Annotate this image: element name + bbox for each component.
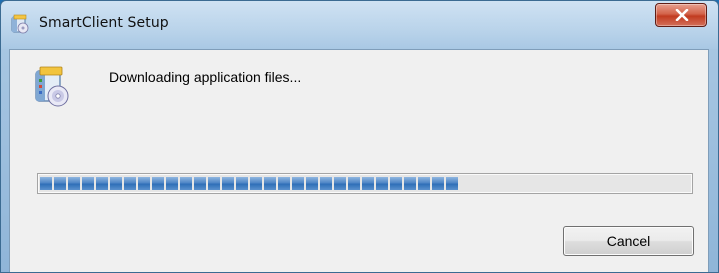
progress-segment [390, 177, 402, 190]
close-button[interactable] [655, 3, 707, 27]
progress-segment [166, 177, 178, 190]
progress-segment [446, 177, 458, 190]
progress-segment [250, 177, 262, 190]
progress-segment [82, 177, 94, 190]
progress-segment [432, 177, 444, 190]
progress-segment [292, 177, 304, 190]
progress-segment [180, 177, 192, 190]
status-message: Downloading application files... [109, 69, 302, 85]
dialog-content: Downloading application files... Cancel [9, 49, 709, 272]
progress-segment [110, 177, 122, 190]
progress-segment [222, 177, 234, 190]
progress-segment [138, 177, 150, 190]
setup-package-icon [32, 65, 72, 109]
progress-segment [124, 177, 136, 190]
progress-segment [264, 177, 276, 190]
cancel-button[interactable]: Cancel [563, 226, 694, 256]
progress-segment [96, 177, 108, 190]
progress-segment [194, 177, 206, 190]
progress-segment [152, 177, 164, 190]
window-frame-left [1, 49, 9, 272]
progress-segment [306, 177, 318, 190]
progress-segment [404, 177, 416, 190]
progress-fill [40, 177, 458, 190]
window-frame-right [709, 49, 718, 272]
window-title: SmartClient Setup [39, 15, 169, 31]
setup-dialog: SmartClient Setup Downloading applicatio… [0, 0, 719, 273]
progress-bar [37, 173, 693, 194]
progress-segment [208, 177, 220, 190]
progress-segment [348, 177, 360, 190]
setup-icon [9, 13, 31, 35]
progress-segment [40, 177, 52, 190]
progress-segment [334, 177, 346, 190]
progress-segment [320, 177, 332, 190]
progress-segment [54, 177, 66, 190]
progress-segment [376, 177, 388, 190]
progress-segment [362, 177, 374, 190]
close-icon [675, 9, 689, 21]
progress-segment [68, 177, 80, 190]
progress-segment [236, 177, 248, 190]
title-bar[interactable]: SmartClient Setup [1, 1, 718, 49]
progress-segment [418, 177, 430, 190]
progress-segment [278, 177, 290, 190]
